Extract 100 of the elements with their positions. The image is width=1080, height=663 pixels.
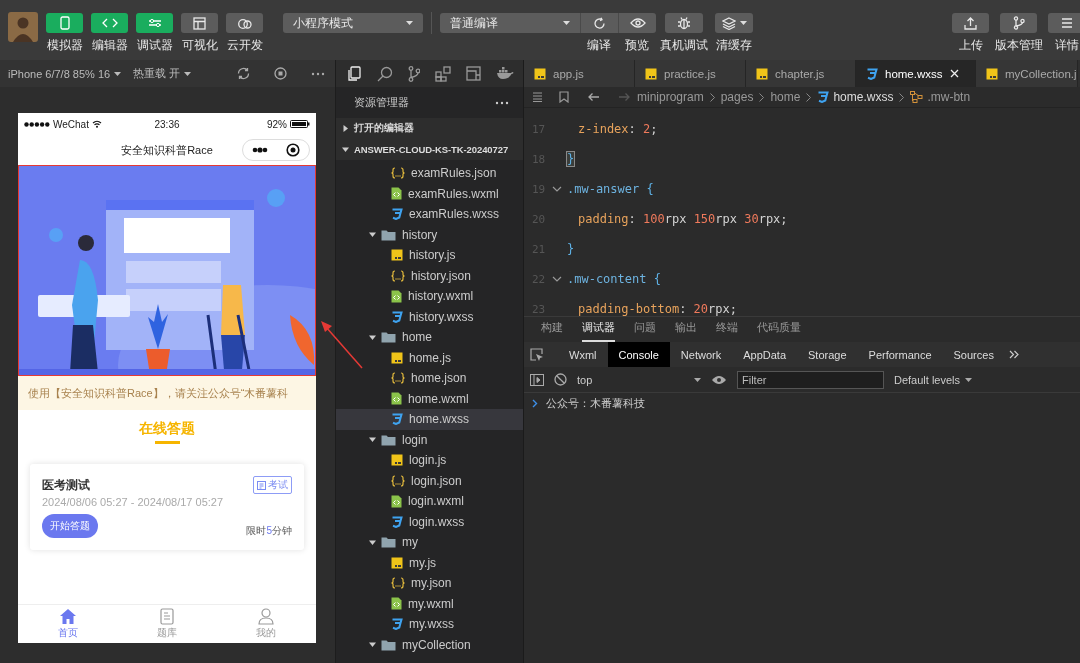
- files-icon[interactable]: [345, 65, 362, 82]
- editor-tab[interactable]: chapter.js: [746, 60, 856, 87]
- action-button[interactable]: [1048, 13, 1080, 33]
- sidebar-icon[interactable]: [530, 373, 544, 386]
- devtools-tab[interactable]: AppData: [732, 342, 797, 367]
- fold-icon[interactable]: [552, 276, 562, 282]
- devtools-tab[interactable]: Storage: [797, 342, 858, 367]
- search-icon[interactable]: [376, 65, 393, 82]
- panel-icon[interactable]: [465, 66, 481, 81]
- editor-tab[interactable]: practice.js: [635, 60, 746, 87]
- file-item[interactable]: home.js: [336, 347, 523, 368]
- file-item[interactable]: login.json: [336, 470, 523, 491]
- breadcrumb-item[interactable]: miniprogram: [637, 90, 704, 104]
- devtools-tab[interactable]: Console: [607, 342, 670, 367]
- filter-field[interactable]: Filter: [737, 370, 884, 389]
- document-icon: [257, 480, 266, 490]
- start-button[interactable]: 开始答题: [42, 514, 98, 538]
- section-header[interactable]: ANSWER-CLOUD-KS-TK-20240727: [336, 139, 523, 160]
- selector-icon: [910, 91, 924, 103]
- clear-icon[interactable]: [554, 373, 567, 386]
- rotate-icon[interactable]: [237, 67, 250, 80]
- action-label: 编译: [587, 38, 611, 52]
- devtools-tab[interactable]: Network: [669, 342, 733, 367]
- js-file-icon: [986, 67, 998, 80]
- hot-reload-select[interactable]: 热重载 开: [133, 66, 192, 81]
- tool-button[interactable]: [226, 13, 263, 33]
- device-select[interactable]: iPhone 6/7/8 85% 16: [8, 67, 128, 80]
- list-icon[interactable]: [532, 92, 543, 102]
- folder-item[interactable]: history: [336, 224, 523, 245]
- panel-tab[interactable]: 代码质量: [757, 320, 801, 342]
- blocks-icon[interactable]: [434, 65, 451, 82]
- action-button[interactable]: [1000, 13, 1037, 33]
- more-icon[interactable]: [252, 147, 268, 153]
- action-button[interactable]: [618, 13, 656, 33]
- folder-item[interactable]: myCollection: [336, 634, 523, 655]
- back-icon[interactable]: [587, 92, 600, 102]
- breadcrumb-item[interactable]: pages: [720, 90, 754, 104]
- whale-icon[interactable]: [495, 67, 514, 80]
- chevron-icon: [341, 124, 350, 133]
- breadcrumb-item[interactable]: home.wxss: [817, 90, 894, 104]
- more-tabs-icon[interactable]: [1008, 350, 1019, 359]
- file-item[interactable]: examRules.wxml: [336, 183, 523, 204]
- stop-icon[interactable]: [274, 67, 287, 80]
- folder-item[interactable]: my: [336, 532, 523, 553]
- panel-tab[interactable]: 终端: [716, 320, 738, 342]
- file-item[interactable]: my.wxss: [336, 614, 523, 635]
- breadcrumb-item[interactable]: .mw-btn: [910, 90, 971, 104]
- eye-icon[interactable]: [711, 374, 727, 385]
- home-icon: [58, 608, 77, 625]
- close-icon[interactable]: [949, 69, 959, 78]
- action-button[interactable]: [665, 13, 703, 33]
- xml-file-icon: [391, 392, 402, 406]
- file-item[interactable]: history.json: [336, 265, 523, 286]
- context-select[interactable]: top: [577, 373, 701, 386]
- folder-item[interactable]: login: [336, 429, 523, 450]
- css-file-icon: [391, 413, 403, 426]
- folder-item[interactable]: home: [336, 327, 523, 348]
- more-icon[interactable]: [495, 100, 509, 105]
- tool-button[interactable]: [91, 13, 128, 33]
- mode-select[interactable]: 小程序模式: [283, 13, 423, 33]
- file-item[interactable]: my.js: [336, 552, 523, 573]
- panel-tab[interactable]: 问题: [634, 320, 656, 342]
- file-item[interactable]: examRules.wxss: [336, 204, 523, 225]
- file-item[interactable]: home.wxss: [336, 409, 523, 430]
- file-item[interactable]: login.wxml: [336, 491, 523, 512]
- branch-icon[interactable]: [407, 65, 420, 82]
- file-item[interactable]: home.wxml: [336, 388, 523, 409]
- file-item[interactable]: history.js: [336, 245, 523, 266]
- css-file-icon: [817, 91, 830, 103]
- editor-tab[interactable]: myCollection.j: [976, 60, 1078, 87]
- tool-button[interactable]: [136, 13, 173, 33]
- file-item[interactable]: login.js: [336, 450, 523, 471]
- breadcrumb-item[interactable]: home: [770, 90, 801, 104]
- tab-bar-item[interactable]: 首页: [18, 605, 118, 643]
- action-button[interactable]: [580, 13, 618, 33]
- compile-select[interactable]: 普通编译: [440, 13, 580, 33]
- target-icon[interactable]: [286, 143, 300, 157]
- file-item[interactable]: examRules.json: [336, 163, 523, 184]
- devtools-tab[interactable]: Wxml: [558, 342, 608, 367]
- inspect-icon[interactable]: [530, 347, 544, 362]
- tool-button[interactable]: [181, 13, 218, 33]
- panel-tab[interactable]: 输出: [675, 320, 697, 342]
- section-header[interactable]: 打开的编辑器: [336, 118, 523, 139]
- tool-button[interactable]: [46, 13, 83, 33]
- file-item[interactable]: history.wxss: [336, 306, 523, 327]
- panel-tab[interactable]: 构建: [541, 320, 563, 342]
- file-item[interactable]: home.json: [336, 368, 523, 389]
- file-item[interactable]: my.wxml: [336, 593, 523, 614]
- devtools-tab[interactable]: Performance: [857, 342, 943, 367]
- file-item[interactable]: my.json: [336, 573, 523, 594]
- editor-tab[interactable]: home.wxss: [856, 60, 976, 87]
- bookmark-icon[interactable]: [559, 91, 569, 103]
- file-item[interactable]: history.wxml: [336, 286, 523, 307]
- levels-select[interactable]: Default levels: [894, 373, 973, 386]
- fold-icon[interactable]: [552, 186, 562, 192]
- action-button[interactable]: [715, 13, 753, 33]
- file-item[interactable]: login.wxss: [336, 511, 523, 532]
- devtools-tab[interactable]: Sources: [942, 342, 1005, 367]
- action-button[interactable]: [952, 13, 989, 33]
- editor-tab[interactable]: app.js: [524, 60, 635, 87]
